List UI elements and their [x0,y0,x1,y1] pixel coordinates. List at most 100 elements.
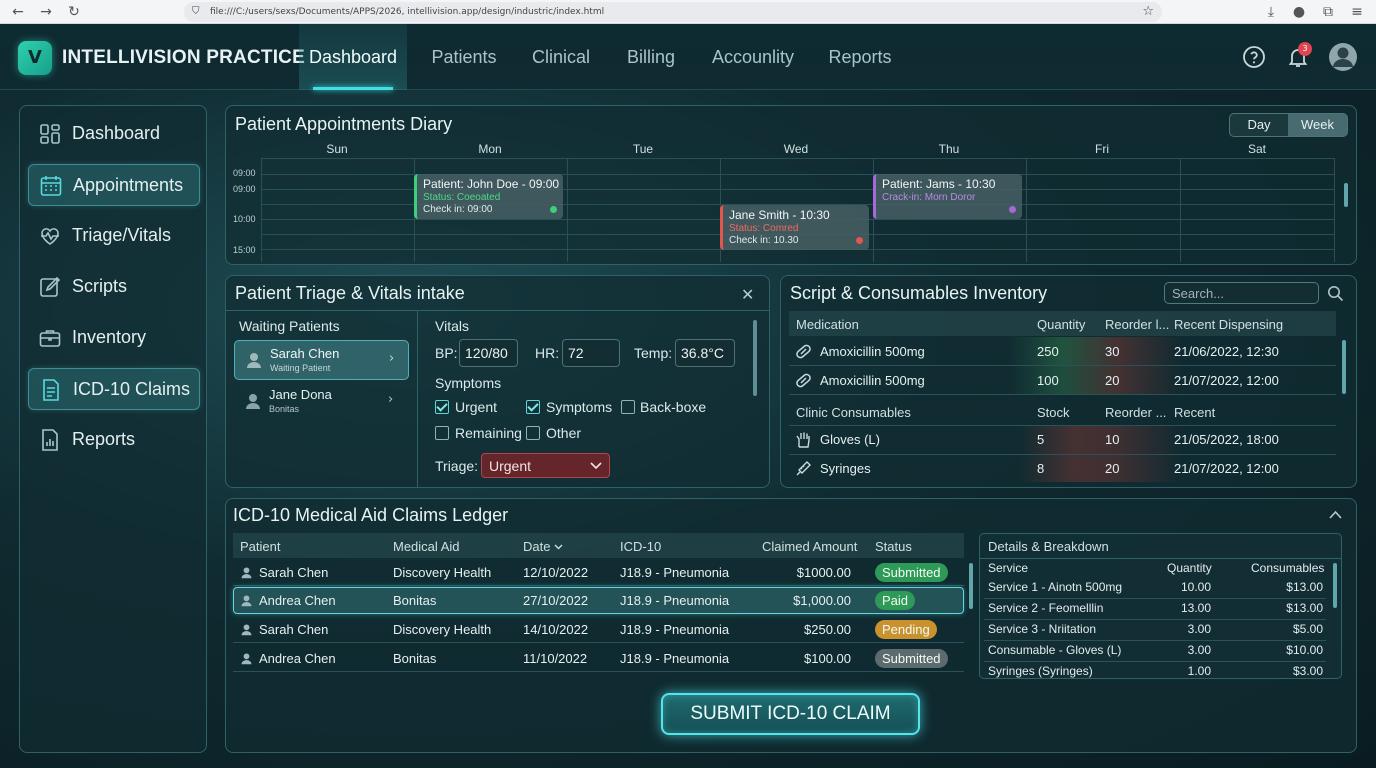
symptom-checkbox-other[interactable] [526,426,540,440]
day-header: Tue [632,142,654,156]
nav-tab-dashboard[interactable]: Dashboard [299,24,407,90]
nav-tab-patients[interactable]: Patients [418,24,510,90]
temp-input[interactable]: 36.8°C [675,339,735,367]
menu-icon[interactable]: ≡ [1349,4,1365,20]
claim-amount: $100.00 [804,651,851,666]
consumable-reorder: 20 [1105,461,1120,476]
diary-scrollbar[interactable] [1344,183,1348,207]
chevron-up-icon[interactable] [1329,510,1342,519]
search-icon[interactable] [1327,285,1344,302]
claim-icd10: J18.9 - Pneumonia [620,622,730,637]
appointment-card[interactable]: Patient: John Doe - 09:00 Status: Coeoat… [414,174,563,219]
triage-select[interactable]: Urgent [481,453,610,478]
status-badge: Submitted [875,649,948,668]
chevron-right-icon: › [389,351,395,366]
inventory-search-input[interactable]: Search... [1164,282,1319,304]
appointment-card[interactable]: Patient: Jams - 10:30 Crack-in: Morn Dor… [873,174,1022,219]
detail-quantity: 3.00 [1187,643,1211,657]
sidebar-item-reports[interactable]: Reports [28,419,200,461]
claims-scrollbar[interactable] [969,563,973,609]
sidebar-item-icd10-claims[interactable]: ICD-10 Claims [28,368,200,410]
sidebar-label: Reports [72,429,136,449]
sidebar-item-inventory[interactable]: Inventory [28,317,200,359]
user-icon [241,567,252,579]
claim-row[interactable] [233,645,964,672]
sidebar-item-dashboard[interactable]: Dashboard [28,113,200,155]
inventory-scrollbar[interactable] [1342,340,1346,394]
nav-tab-billing[interactable]: Billing [613,24,689,90]
detail-service: Service 1 - Ainotn 500mg [988,580,1123,594]
claim-date: 11/10/2022 [523,651,588,666]
detail-service: Service 3 - Nriitation [988,622,1097,636]
top-navigation: V INTELLIVISION PRACTICE Dashboard Patie… [0,24,1376,90]
bp-input[interactable]: 120/80 [459,339,518,367]
med-recent: 21/07/2022, 12:00 [1174,373,1279,388]
site-info-icon[interactable]: ⛉ [192,2,200,22]
sidebar-item-scripts[interactable]: Scripts [28,266,200,308]
details-col-header: Consumables [1251,561,1325,575]
sidebar-label: Inventory [72,327,147,347]
heartbeat-icon [41,228,59,245]
bookmark-star-icon[interactable]: ☆ [1142,2,1154,22]
syringe-icon [796,461,811,476]
sidebar-item-appointments[interactable]: Appointments [28,164,200,206]
claim-row[interactable] [233,587,964,614]
appointment-checkin: Check in: 09:00 [423,204,493,215]
col-header: Status [875,539,912,554]
detail-service: Syringes (Syringes) [988,664,1093,678]
symptom-checkbox-remaining[interactable] [435,426,449,440]
submit-claim-button[interactable]: SUBMIT ICD-10 CLAIM [661,693,920,735]
symptoms-title: Symptoms [435,375,502,391]
waiting-patient-item[interactable]: Jane Dona Bonitas › [234,382,409,422]
sort-down-icon[interactable] [554,544,563,550]
user-icon [241,624,252,636]
details-scrollbar[interactable] [1333,563,1337,608]
claim-icd10: J18.9 - Pneumonia [620,651,730,666]
claim-row[interactable] [233,559,964,586]
edit-icon [40,276,61,297]
back-arrow-icon[interactable]: ← [10,4,26,20]
reload-icon[interactable]: ↻ [66,4,82,20]
nav-tab-clinical[interactable]: Clinical [520,24,602,90]
document-icon [43,379,59,401]
triage-scrollbar[interactable] [753,320,757,396]
col-header-date[interactable]: Date [523,539,550,554]
day-header: Fri [1095,142,1109,156]
time-label: 15:00 [233,245,256,255]
row-divider [984,598,1326,599]
extensions-icon[interactable]: ⧉ [1320,4,1336,20]
patient-sub: Bonitas [269,404,300,414]
waiting-patients-title: Waiting Patients [239,318,340,334]
symptom-checkbox-symptoms[interactable] [526,400,540,414]
claim-row[interactable] [233,616,964,643]
address-bar[interactable]: ⛉ file:///C:/users/sexs/Documents/APPS/2… [184,2,1162,22]
nav-tab-reports[interactable]: Reports [818,24,902,90]
nav-tab-accounlity[interactable]: Accounlity [700,24,806,90]
med-qty: 250 [1037,344,1059,359]
day-header: Thu [938,142,960,156]
patient-name: Sarah Chen [270,346,340,361]
pill-icon [796,373,811,388]
chevron-right-icon: › [388,392,394,407]
brand-name: INTELLIVISION PRACTICE [62,47,305,68]
help-icon[interactable] [1242,45,1266,69]
user-avatar-icon[interactable] [1328,42,1358,72]
appointment-card[interactable]: Jane Smith - 10:30 Status: Comred Check … [720,205,869,250]
sidebar-item-triage-vitals[interactable]: Triage/Vitals [28,215,200,257]
claim-amount: $1,000.00 [793,593,851,608]
forward-arrow-icon[interactable]: → [38,4,54,20]
col-header: Quantity [1037,317,1086,332]
app-logo[interactable]: V [18,41,52,75]
download-icon[interactable]: ⤓ [1263,4,1279,20]
view-day-button[interactable]: Day [1230,114,1288,136]
view-week-button[interactable]: Week [1288,114,1347,136]
account-icon[interactable]: ● [1291,4,1307,20]
waiting-patient-item[interactable]: Sarah Chen Waiting Patient › [234,340,409,380]
detail-consumables: $13.00 [1286,580,1323,594]
detail-service: Consumable - Gloves (L) [988,643,1122,657]
symptom-checkbox-urgent[interactable] [435,400,449,414]
symptom-checkbox-back-boxe[interactable] [621,400,635,414]
close-icon[interactable]: ✕ [741,285,754,304]
hr-input[interactable]: 72 [562,339,620,367]
notification-badge: 3 [1298,42,1312,56]
